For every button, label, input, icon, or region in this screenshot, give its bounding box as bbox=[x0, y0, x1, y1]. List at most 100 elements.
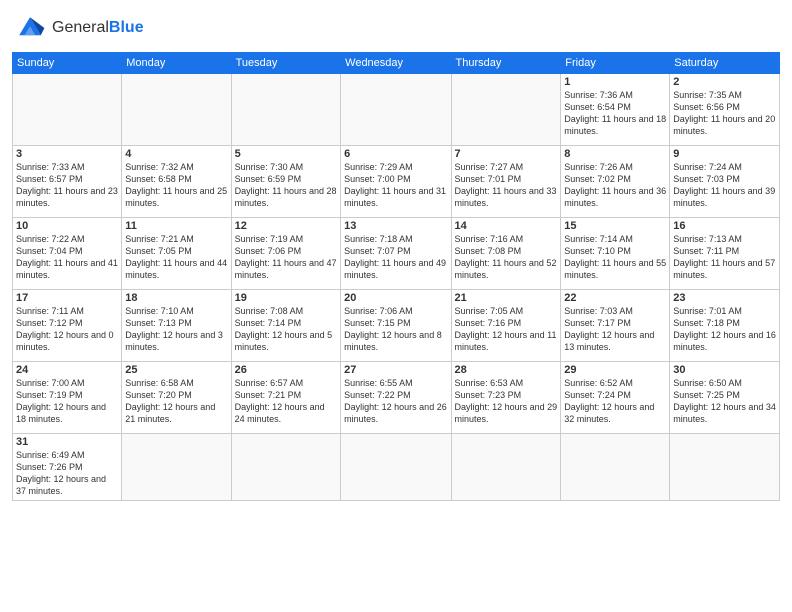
day-info: Sunrise: 7:19 AMSunset: 7:06 PMDaylight:… bbox=[235, 233, 338, 282]
day-number: 10 bbox=[16, 220, 118, 232]
day-info: Sunrise: 7:00 AMSunset: 7:19 PMDaylight:… bbox=[16, 377, 118, 426]
calendar-week-row: 17Sunrise: 7:11 AMSunset: 7:12 PMDayligh… bbox=[13, 290, 780, 362]
day-info: Sunrise: 7:05 AMSunset: 7:16 PMDaylight:… bbox=[455, 305, 558, 354]
day-number: 27 bbox=[344, 364, 447, 376]
calendar-cell: 10Sunrise: 7:22 AMSunset: 7:04 PMDayligh… bbox=[13, 218, 122, 290]
day-info: Sunrise: 7:22 AMSunset: 7:04 PMDaylight:… bbox=[16, 233, 118, 282]
day-number: 14 bbox=[455, 220, 558, 232]
day-number: 31 bbox=[16, 436, 118, 448]
calendar-cell: 31Sunrise: 6:49 AMSunset: 7:26 PMDayligh… bbox=[13, 434, 122, 501]
calendar-cell: 5Sunrise: 7:30 AMSunset: 6:59 PMDaylight… bbox=[231, 146, 341, 218]
weekday-header-row: SundayMondayTuesdayWednesdayThursdayFrid… bbox=[13, 53, 780, 74]
calendar-cell: 1Sunrise: 7:36 AMSunset: 6:54 PMDaylight… bbox=[561, 74, 670, 146]
calendar-cell: 7Sunrise: 7:27 AMSunset: 7:01 PMDaylight… bbox=[451, 146, 561, 218]
calendar-cell bbox=[670, 434, 780, 501]
day-info: Sunrise: 7:13 AMSunset: 7:11 PMDaylight:… bbox=[673, 233, 776, 282]
weekday-header-thursday: Thursday bbox=[451, 53, 561, 74]
calendar-week-row: 24Sunrise: 7:00 AMSunset: 7:19 PMDayligh… bbox=[13, 362, 780, 434]
calendar-cell bbox=[451, 434, 561, 501]
day-number: 29 bbox=[564, 364, 666, 376]
calendar-cell: 29Sunrise: 6:52 AMSunset: 7:24 PMDayligh… bbox=[561, 362, 670, 434]
logo-icon bbox=[12, 10, 48, 46]
day-info: Sunrise: 6:52 AMSunset: 7:24 PMDaylight:… bbox=[564, 377, 666, 426]
day-info: Sunrise: 7:35 AMSunset: 6:56 PMDaylight:… bbox=[673, 89, 776, 138]
day-info: Sunrise: 7:10 AMSunset: 7:13 PMDaylight:… bbox=[125, 305, 227, 354]
page: GeneralBlue SundayMondayTuesdayWednesday… bbox=[0, 0, 792, 612]
day-info: Sunrise: 7:29 AMSunset: 7:00 PMDaylight:… bbox=[344, 161, 447, 210]
day-number: 19 bbox=[235, 292, 338, 304]
header: GeneralBlue bbox=[12, 10, 780, 46]
weekday-header-tuesday: Tuesday bbox=[231, 53, 341, 74]
calendar-cell: 9Sunrise: 7:24 AMSunset: 7:03 PMDaylight… bbox=[670, 146, 780, 218]
calendar-cell: 11Sunrise: 7:21 AMSunset: 7:05 PMDayligh… bbox=[122, 218, 231, 290]
calendar-cell: 26Sunrise: 6:57 AMSunset: 7:21 PMDayligh… bbox=[231, 362, 341, 434]
day-info: Sunrise: 7:26 AMSunset: 7:02 PMDaylight:… bbox=[564, 161, 666, 210]
day-number: 8 bbox=[564, 148, 666, 160]
day-info: Sunrise: 7:14 AMSunset: 7:10 PMDaylight:… bbox=[564, 233, 666, 282]
calendar-cell: 6Sunrise: 7:29 AMSunset: 7:00 PMDaylight… bbox=[341, 146, 451, 218]
calendar-week-row: 31Sunrise: 6:49 AMSunset: 7:26 PMDayligh… bbox=[13, 434, 780, 501]
calendar-cell: 22Sunrise: 7:03 AMSunset: 7:17 PMDayligh… bbox=[561, 290, 670, 362]
day-info: Sunrise: 7:06 AMSunset: 7:15 PMDaylight:… bbox=[344, 305, 447, 354]
day-number: 21 bbox=[455, 292, 558, 304]
day-number: 24 bbox=[16, 364, 118, 376]
calendar-cell: 2Sunrise: 7:35 AMSunset: 6:56 PMDaylight… bbox=[670, 74, 780, 146]
day-info: Sunrise: 6:49 AMSunset: 7:26 PMDaylight:… bbox=[16, 449, 118, 498]
calendar-cell: 17Sunrise: 7:11 AMSunset: 7:12 PMDayligh… bbox=[13, 290, 122, 362]
calendar-cell bbox=[451, 74, 561, 146]
day-info: Sunrise: 7:30 AMSunset: 6:59 PMDaylight:… bbox=[235, 161, 338, 210]
day-info: Sunrise: 6:58 AMSunset: 7:20 PMDaylight:… bbox=[125, 377, 227, 426]
calendar-cell: 12Sunrise: 7:19 AMSunset: 7:06 PMDayligh… bbox=[231, 218, 341, 290]
calendar-cell: 30Sunrise: 6:50 AMSunset: 7:25 PMDayligh… bbox=[670, 362, 780, 434]
calendar-cell: 13Sunrise: 7:18 AMSunset: 7:07 PMDayligh… bbox=[341, 218, 451, 290]
day-number: 2 bbox=[673, 76, 776, 88]
day-info: Sunrise: 7:21 AMSunset: 7:05 PMDaylight:… bbox=[125, 233, 227, 282]
day-number: 3 bbox=[16, 148, 118, 160]
calendar-cell bbox=[231, 74, 341, 146]
day-info: Sunrise: 7:32 AMSunset: 6:58 PMDaylight:… bbox=[125, 161, 227, 210]
calendar-cell: 28Sunrise: 6:53 AMSunset: 7:23 PMDayligh… bbox=[451, 362, 561, 434]
calendar-cell bbox=[231, 434, 341, 501]
calendar-cell: 4Sunrise: 7:32 AMSunset: 6:58 PMDaylight… bbox=[122, 146, 231, 218]
calendar-cell: 27Sunrise: 6:55 AMSunset: 7:22 PMDayligh… bbox=[341, 362, 451, 434]
day-info: Sunrise: 6:55 AMSunset: 7:22 PMDaylight:… bbox=[344, 377, 447, 426]
calendar-cell: 21Sunrise: 7:05 AMSunset: 7:16 PMDayligh… bbox=[451, 290, 561, 362]
calendar-week-row: 10Sunrise: 7:22 AMSunset: 7:04 PMDayligh… bbox=[13, 218, 780, 290]
day-info: Sunrise: 7:03 AMSunset: 7:17 PMDaylight:… bbox=[564, 305, 666, 354]
day-number: 4 bbox=[125, 148, 227, 160]
day-info: Sunrise: 7:33 AMSunset: 6:57 PMDaylight:… bbox=[16, 161, 118, 210]
calendar-table: SundayMondayTuesdayWednesdayThursdayFrid… bbox=[12, 52, 780, 501]
calendar-cell bbox=[341, 74, 451, 146]
logo: GeneralBlue bbox=[12, 10, 144, 46]
calendar-cell: 24Sunrise: 7:00 AMSunset: 7:19 PMDayligh… bbox=[13, 362, 122, 434]
weekday-header-friday: Friday bbox=[561, 53, 670, 74]
calendar-cell: 14Sunrise: 7:16 AMSunset: 7:08 PMDayligh… bbox=[451, 218, 561, 290]
day-info: Sunrise: 7:18 AMSunset: 7:07 PMDaylight:… bbox=[344, 233, 447, 282]
weekday-header-monday: Monday bbox=[122, 53, 231, 74]
day-info: Sunrise: 7:11 AMSunset: 7:12 PMDaylight:… bbox=[16, 305, 118, 354]
day-number: 13 bbox=[344, 220, 447, 232]
calendar-cell: 19Sunrise: 7:08 AMSunset: 7:14 PMDayligh… bbox=[231, 290, 341, 362]
day-number: 9 bbox=[673, 148, 776, 160]
weekday-header-wednesday: Wednesday bbox=[341, 53, 451, 74]
calendar-cell bbox=[561, 434, 670, 501]
calendar-cell: 3Sunrise: 7:33 AMSunset: 6:57 PMDaylight… bbox=[13, 146, 122, 218]
day-number: 12 bbox=[235, 220, 338, 232]
day-number: 25 bbox=[125, 364, 227, 376]
calendar-cell bbox=[122, 74, 231, 146]
day-info: Sunrise: 7:01 AMSunset: 7:18 PMDaylight:… bbox=[673, 305, 776, 354]
day-number: 11 bbox=[125, 220, 227, 232]
calendar-cell: 15Sunrise: 7:14 AMSunset: 7:10 PMDayligh… bbox=[561, 218, 670, 290]
day-info: Sunrise: 6:53 AMSunset: 7:23 PMDaylight:… bbox=[455, 377, 558, 426]
day-number: 22 bbox=[564, 292, 666, 304]
day-info: Sunrise: 7:16 AMSunset: 7:08 PMDaylight:… bbox=[455, 233, 558, 282]
day-number: 18 bbox=[125, 292, 227, 304]
calendar-cell bbox=[13, 74, 122, 146]
day-number: 20 bbox=[344, 292, 447, 304]
day-info: Sunrise: 7:27 AMSunset: 7:01 PMDaylight:… bbox=[455, 161, 558, 210]
calendar-cell: 16Sunrise: 7:13 AMSunset: 7:11 PMDayligh… bbox=[670, 218, 780, 290]
day-number: 30 bbox=[673, 364, 776, 376]
day-number: 6 bbox=[344, 148, 447, 160]
weekday-header-sunday: Sunday bbox=[13, 53, 122, 74]
day-number: 23 bbox=[673, 292, 776, 304]
